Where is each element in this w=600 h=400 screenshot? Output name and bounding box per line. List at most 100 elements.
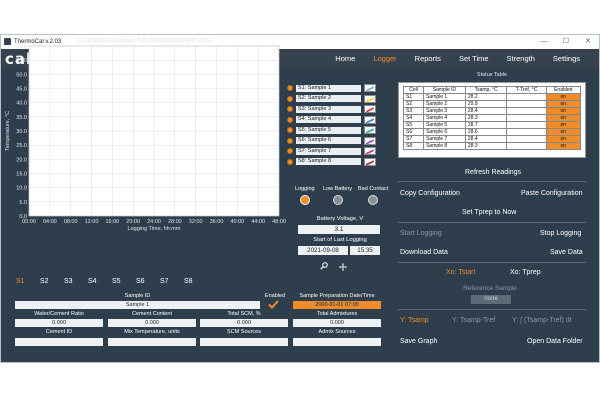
wc-ratio-input[interactable]: 0.000	[15, 319, 103, 327]
nav-logger[interactable]: Logger	[364, 49, 405, 69]
main-nav: Home Logger Reports Set Time Strength Se…	[326, 49, 589, 69]
legend-item[interactable]: S4: Sample 4	[287, 115, 382, 126]
legend-toggle-dot[interactable]	[287, 116, 293, 123]
legend-item[interactable]: S3: Sample 3	[287, 104, 382, 115]
sample-tab-s2[interactable]: S2	[40, 278, 49, 285]
legend-toggle-dot[interactable]	[287, 85, 293, 92]
legend-color-swatch[interactable]	[364, 84, 376, 93]
legend-color-swatch[interactable]	[364, 115, 376, 124]
total-scm-input[interactable]: 0.000	[200, 319, 288, 327]
close-button[interactable]: ✕	[577, 35, 599, 49]
y-tsamp-option[interactable]: Y: Tsamp	[400, 317, 429, 324]
cement-id-input[interactable]	[15, 338, 103, 346]
start-logging-time: 15:35	[350, 246, 380, 255]
nav-strength[interactable]: Strength	[498, 49, 544, 69]
bad-contact-indicator: Bad Contact	[358, 186, 388, 205]
legend-toggle-dot[interactable]	[287, 137, 293, 144]
status-table-container: Cell Sample ID Tsamp, °C T-Tref, °C Enabled …	[398, 82, 586, 158]
pan-icon[interactable]	[339, 263, 347, 271]
total-scm-label: Total SCM, %	[227, 311, 261, 317]
nav-home[interactable]: Home	[326, 49, 364, 69]
legend-toggle-dot[interactable]	[287, 148, 293, 155]
scm-sources-input[interactable]	[200, 338, 288, 346]
start-logging-date: 2021-09-08	[298, 246, 348, 255]
legend-label: S4: Sample 4	[296, 116, 361, 124]
zoom-icon[interactable]	[320, 262, 328, 270]
minimize-button[interactable]: —	[533, 35, 555, 49]
legend-color-swatch[interactable]	[364, 126, 376, 135]
cement-content-input[interactable]: 0.000	[108, 319, 196, 327]
enabled-checkbox[interactable]	[268, 300, 279, 309]
legend-item[interactable]: S7: Sample 7	[287, 146, 382, 157]
legend-color-swatch[interactable]	[364, 147, 376, 156]
legend-toggle-dot[interactable]	[287, 95, 293, 102]
legend-color-swatch[interactable]	[364, 157, 376, 166]
sample-tab-s3[interactable]: S3	[64, 278, 73, 285]
legend-toggle-dot[interactable]	[287, 127, 293, 134]
refresh-readings-button[interactable]: Refresh Readings	[465, 169, 521, 176]
legend-item[interactable]: S1: Sample 1	[287, 83, 382, 94]
legend-label: S1: Sample 1	[296, 84, 361, 92]
copy-configuration-button[interactable]: Copy Configuration	[400, 190, 460, 197]
maximize-button[interactable]: ☐	[555, 35, 577, 49]
table-row: S5 Sample 5 28.7 on	[402, 121, 582, 129]
admix-sources-input[interactable]	[293, 338, 381, 346]
sample-tab-s5[interactable]: S5	[112, 278, 121, 285]
legend-item[interactable]: S2: Sample 2	[287, 94, 382, 105]
scm-sources-label: SCM Sources	[227, 329, 261, 335]
mix-temperature-input[interactable]	[108, 338, 196, 346]
stop-logging-button[interactable]: Stop Logging	[540, 230, 581, 237]
nav-settings[interactable]: Settings	[544, 49, 589, 69]
x-tick-label: 44:00	[251, 219, 265, 225]
temperature-chart[interactable]: 0.05.010.015.020.025.030.035.040.045.050…	[3, 44, 286, 249]
reference-sample-select[interactable]: none	[471, 295, 511, 304]
download-data-button[interactable]: Download Data	[400, 249, 448, 256]
y-tsamp-tref-option[interactable]: Y: Tsamp-Tref	[452, 317, 495, 324]
y-tick-label: 45.0	[16, 87, 27, 93]
legend-toggle-dot[interactable]	[287, 106, 293, 113]
low-battery-indicator: Low Battery	[323, 186, 352, 205]
sample-tab-s4[interactable]: S4	[88, 278, 97, 285]
bad-contact-light	[368, 195, 379, 205]
table-cell: S3	[402, 107, 425, 115]
legend-color-swatch[interactable]	[364, 136, 376, 145]
sample-id-label: Sample ID	[124, 293, 151, 299]
legend-color-swatch[interactable]	[364, 94, 376, 103]
sample-tab-s6[interactable]: S6	[136, 278, 145, 285]
nav-set-time[interactable]: Set Time	[450, 49, 498, 69]
table-cell	[506, 142, 547, 150]
table-cell: S8	[402, 142, 425, 150]
legend-label: S7: Sample 7	[296, 147, 361, 155]
cement-content-label: Cement Content	[131, 311, 173, 317]
divider	[398, 262, 586, 263]
set-tprep-button[interactable]: Set Tprep to Now	[462, 209, 516, 216]
total-admixtures-input[interactable]: 0.000	[293, 319, 381, 327]
status-table: Cell Sample ID Tsamp, °C T-Tref, °C Enabled …	[402, 86, 582, 150]
legend-item[interactable]: S6: Sample 6	[287, 136, 382, 147]
legend-item[interactable]: S8: Sample 8	[287, 157, 382, 168]
sample-tab-s1[interactable]: S1	[16, 278, 25, 285]
sample-tab-s7[interactable]: S7	[160, 278, 169, 285]
legend-item[interactable]: S5: Sample 5	[287, 125, 382, 136]
paste-configuration-button[interactable]: Paste Configuration	[521, 190, 582, 197]
sample-id-input[interactable]: Sample 1	[15, 301, 260, 309]
prep-datetime-input[interactable]: 2000-01-01 07:00	[293, 301, 381, 309]
table-cell	[506, 114, 547, 122]
start-logging-button[interactable]: Start Logging	[400, 230, 442, 237]
xo-tstart-option[interactable]: Xo: Tstart	[446, 269, 475, 276]
table-row: S6 Sample 6 28.6 on	[402, 128, 582, 136]
nav-reports[interactable]: Reports	[406, 49, 450, 69]
enabled-cell: on	[545, 135, 582, 143]
legend-color-swatch[interactable]	[364, 105, 376, 114]
xo-tprep-option[interactable]: Xo: Tprep	[510, 269, 541, 276]
save-data-button[interactable]: Save Data	[550, 249, 583, 256]
low-battery-light	[332, 195, 343, 205]
y-tick-label: 55.0	[16, 58, 27, 64]
status-table-header: Enabled	[545, 86, 582, 94]
open-data-folder-button[interactable]: Open Data Folder	[527, 338, 583, 345]
sample-tab-s8[interactable]: S8	[184, 278, 193, 285]
y-integral-option[interactable]: Y: ∫ (Tsamp-Tref) dt	[512, 317, 572, 324]
save-graph-button[interactable]: Save Graph	[400, 338, 437, 345]
legend-toggle-dot[interactable]	[287, 158, 293, 165]
divider	[398, 181, 586, 182]
